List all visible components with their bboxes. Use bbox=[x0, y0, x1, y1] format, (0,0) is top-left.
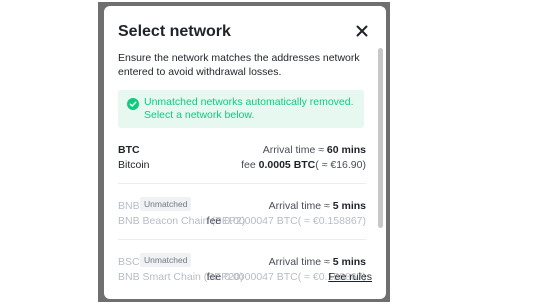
network-option-btc[interactable]: BTC Bitcoin Arrival time ≈ 60 mins fee 0… bbox=[118, 136, 366, 184]
network-name: Bitcoin bbox=[118, 159, 150, 171]
close-icon bbox=[356, 25, 368, 37]
scrollbar[interactable] bbox=[378, 48, 383, 258]
arrival-time: Arrival time ≈ 5 mins bbox=[269, 200, 366, 212]
dialog-title: Select network bbox=[118, 23, 231, 40]
network-option-bnb[interactable]: BNB Unmatched BNB Beacon Chain (BEP2) Ar… bbox=[118, 192, 366, 240]
arrival-value: 5 mins bbox=[332, 200, 366, 212]
notice-text: Unmatched networks automatically removed… bbox=[144, 96, 354, 121]
fee-label: fee bbox=[206, 215, 222, 227]
fee-fiat: ( ≈ €0.158867) bbox=[297, 215, 366, 227]
unmatched-badge: Unmatched bbox=[140, 197, 192, 211]
select-network-dialog: Select network Ensure the network matche… bbox=[104, 6, 386, 299]
fee-fiat: ( ≈ €16.90) bbox=[315, 159, 366, 171]
arrival-time: Arrival time ≈ 60 mins bbox=[263, 144, 366, 156]
arrival-label: Arrival time ≈ bbox=[268, 256, 330, 268]
network-code: BSC bbox=[118, 256, 140, 268]
arrival-value: 60 mins bbox=[326, 144, 366, 156]
network-code: BTC bbox=[118, 144, 140, 156]
dialog-header: Select network bbox=[118, 22, 372, 46]
arrival-value: 5 mins bbox=[332, 256, 366, 268]
close-button[interactable] bbox=[354, 23, 370, 39]
check-circle-icon bbox=[127, 98, 139, 110]
scrollbar-thumb[interactable] bbox=[378, 48, 383, 228]
arrival-time: Arrival time ≈ 5 mins bbox=[269, 256, 366, 268]
network-code: BNB bbox=[118, 200, 140, 212]
fee-label: fee bbox=[206, 271, 222, 283]
fee-value: 0.0000047 BTC bbox=[224, 215, 298, 227]
arrival-label: Arrival time ≈ bbox=[268, 200, 330, 212]
fee-value: 0.0005 BTC bbox=[258, 159, 316, 171]
screen: Select network Ensure the network matche… bbox=[0, 0, 555, 305]
fee-value: 0.0000047 BTC bbox=[224, 271, 298, 283]
network-fee: fee 0.0005 BTC( ≈ €16.90) bbox=[241, 159, 366, 171]
network-warning-text: Ensure the network matches the addresses… bbox=[118, 52, 360, 78]
unmatched-badge: Unmatched bbox=[140, 253, 192, 267]
arrival-label: Arrival time ≈ bbox=[262, 144, 324, 156]
fee-rules-link[interactable]: Fee rules bbox=[328, 271, 372, 283]
unmatched-notice: Unmatched networks automatically removed… bbox=[118, 90, 364, 128]
fee-label: fee bbox=[241, 159, 256, 171]
network-fee: fee 0.0000047 BTC( ≈ €0.158867) bbox=[207, 215, 366, 227]
